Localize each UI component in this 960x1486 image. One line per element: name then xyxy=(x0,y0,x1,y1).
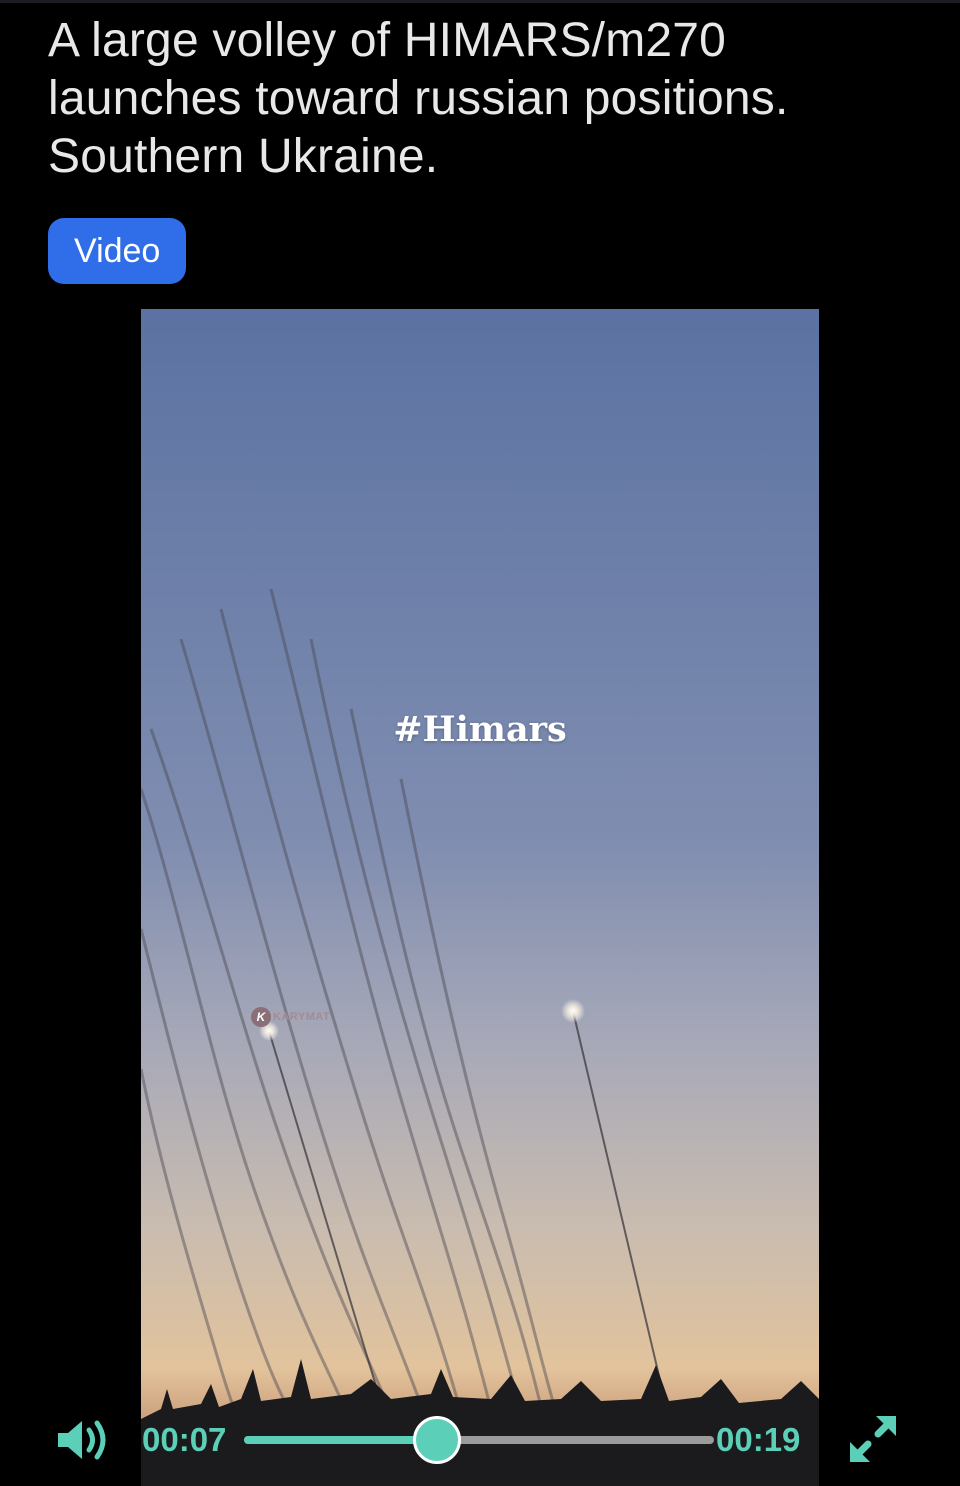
expand-icon[interactable] xyxy=(846,1412,900,1466)
video-controls: 00:07 00:19 xyxy=(0,1410,960,1472)
video-watermark: K KARYMAT xyxy=(251,1005,330,1029)
top-divider xyxy=(0,0,960,3)
seek-thumb[interactable] xyxy=(412,1416,461,1464)
post-title: A large volley of HIMARS/m270 launches t… xyxy=(48,14,789,183)
speaker-icon[interactable] xyxy=(54,1416,112,1464)
current-time: 00:07 xyxy=(142,1421,227,1458)
seek-bar[interactable] xyxy=(244,1416,714,1464)
watermark-logo-icon: K xyxy=(251,1007,271,1027)
video-player[interactable]: #Himars K KARYMAT xyxy=(141,309,819,1486)
seek-progress xyxy=(244,1436,437,1444)
watermark-text: KARYMAT xyxy=(273,1011,331,1023)
total-time: 00:19 xyxy=(716,1421,801,1458)
video-frame-image xyxy=(141,309,819,1486)
flair-badge[interactable]: Video xyxy=(48,218,187,284)
video-hashtag-overlay: #Himars xyxy=(393,709,567,750)
